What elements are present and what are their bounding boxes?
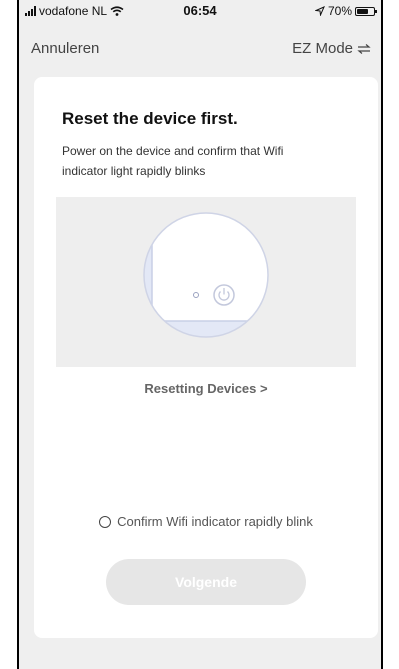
card-description: Power on the device and confirm that Wif… (62, 144, 284, 178)
reset-card: Reset the device first. Power on the dev… (34, 77, 378, 638)
location-arrow-icon (314, 6, 325, 16)
status-bar: vodafone NL 06:54 70% (19, 0, 381, 22)
resetting-devices-link[interactable]: Resetting Devices > (34, 381, 378, 396)
device-illustration-graphic (143, 212, 269, 338)
device-illustration (56, 197, 356, 367)
ez-mode-label: EZ Mode (292, 40, 353, 57)
swap-arrows-icon (357, 43, 371, 54)
ez-mode-button[interactable]: EZ Mode (292, 40, 371, 57)
battery-icon (355, 6, 377, 16)
confirm-blink-radio[interactable]: Confirm Wifi indicator rapidly blink (34, 514, 378, 529)
battery-percent: 70% (327, 4, 352, 18)
confirm-label: Confirm Wifi indicator rapidly blink (117, 514, 313, 529)
card-title: Reset the device first. (62, 109, 238, 128)
cancel-button[interactable]: Annuleren (31, 40, 99, 57)
radio-icon[interactable] (99, 515, 112, 528)
phone-screen: vodafone NL 06:54 70% Annuleren EZ Mode (17, 0, 383, 669)
status-right: 70% (314, 4, 377, 18)
next-button[interactable]: Volgende (106, 559, 306, 605)
nav-bar: Annuleren EZ Mode (19, 30, 381, 60)
